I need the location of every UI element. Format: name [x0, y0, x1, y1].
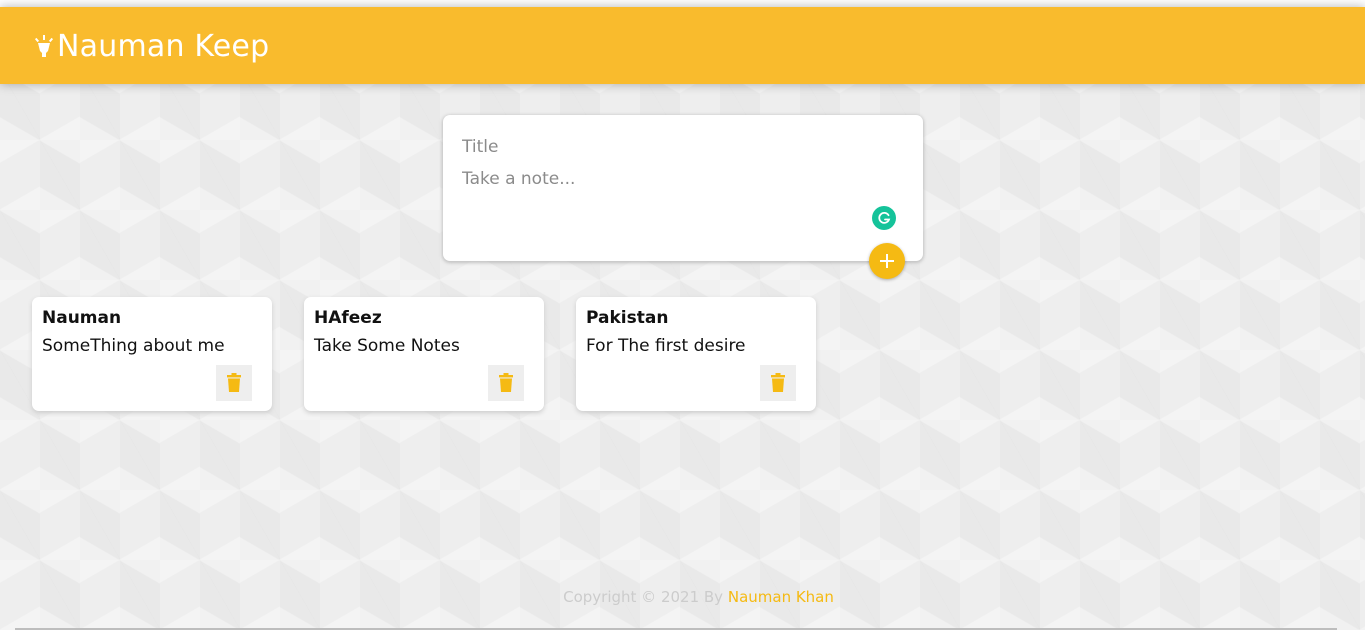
note-card: HAfeez Take Some Notes	[304, 297, 544, 411]
note-content: For The first desire	[586, 336, 746, 356]
note-title: Pakistan	[586, 308, 669, 328]
delete-note-button[interactable]	[488, 365, 524, 401]
note-card: Nauman SomeThing about me	[32, 297, 272, 411]
footer: Copyright © 2021 By Nauman Khan	[0, 588, 1365, 606]
highlight-bulb-icon	[34, 35, 54, 57]
note-card: Pakistan For The first desire	[576, 297, 816, 411]
note-content-input[interactable]	[462, 167, 882, 227]
trash-icon	[227, 373, 241, 392]
add-note-button[interactable]	[869, 243, 905, 279]
app-title: Nauman Keep	[57, 29, 270, 64]
copyright-text: Copyright © 2021 By	[563, 588, 724, 606]
trash-icon	[771, 373, 785, 392]
app-header: Nauman Keep	[0, 7, 1365, 84]
delete-note-button[interactable]	[216, 365, 252, 401]
note-title-input[interactable]	[462, 135, 882, 159]
note-title: HAfeez	[314, 308, 382, 328]
brand: Nauman Keep	[34, 27, 269, 67]
grammarly-icon[interactable]	[872, 206, 896, 230]
author-name: Nauman Khan	[727, 588, 834, 606]
create-note-form	[443, 115, 923, 261]
delete-note-button[interactable]	[760, 365, 796, 401]
note-content: SomeThing about me	[42, 336, 225, 356]
note-content: Take Some Notes	[314, 336, 460, 356]
plus-icon	[880, 254, 894, 268]
note-title: Nauman	[42, 308, 122, 328]
trash-icon	[499, 373, 513, 392]
top-border	[0, 0, 1365, 7]
